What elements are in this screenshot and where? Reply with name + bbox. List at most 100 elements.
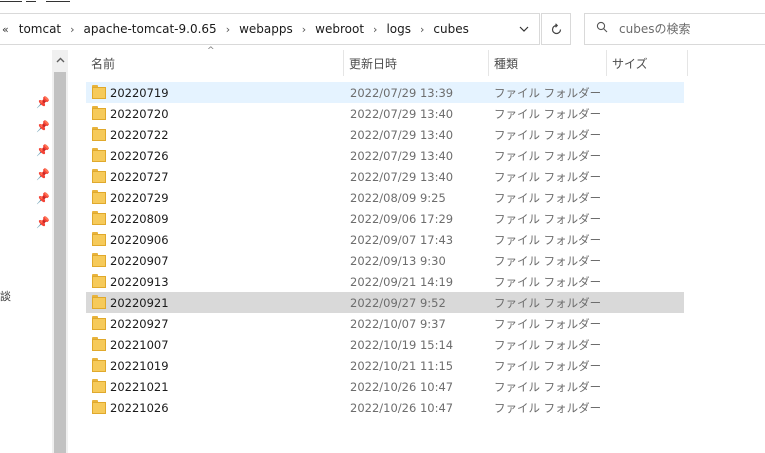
chevron-down-icon[interactable] (509, 14, 539, 44)
file-name: 20220722 (110, 127, 169, 142)
column-headers: 名前 ^ 更新日時 種類 サイズ (86, 46, 688, 76)
file-name: 20221007 (110, 337, 169, 352)
file-type: ファイル フォルダー (494, 295, 602, 310)
breadcrumb-overflow-button[interactable]: « (0, 23, 15, 36)
column-header-name-label: 名前 (91, 56, 116, 71)
file-row[interactable]: 20221007 2022/10/19 15:14 ファイル フォルダー (86, 334, 684, 355)
file-row[interactable]: 20220722 2022/07/29 13:40 ファイル フォルダー (86, 124, 684, 145)
file-row[interactable]: 20220726 2022/07/29 13:40 ファイル フォルダー (86, 145, 684, 166)
folder-icon (92, 169, 106, 183)
file-modified: 2022/10/21 11:15 (350, 358, 454, 373)
file-type: ファイル フォルダー (494, 232, 602, 247)
column-header-size[interactable]: サイズ (607, 50, 687, 76)
title-bar-remnant (0, 0, 765, 10)
file-name: 20221019 (110, 358, 169, 373)
chevron-right-icon[interactable]: › (65, 23, 79, 36)
file-row[interactable]: 20220927 2022/10/07 9:37 ファイル フォルダー (86, 313, 684, 334)
column-header-size-label: サイズ (612, 56, 648, 71)
folder-icon (92, 400, 106, 414)
file-type: ファイル フォルダー (494, 85, 602, 100)
file-modified: 2022/09/27 9:52 (350, 295, 446, 310)
file-modified: 2022/09/21 14:19 (350, 274, 454, 289)
breadcrumb-logs[interactable]: logs (382, 22, 415, 36)
search-icon (585, 21, 619, 37)
file-row[interactable]: 20220907 2022/09/13 9:30 ファイル フォルダー (86, 250, 684, 271)
file-modified: 2022/09/06 17:29 (350, 211, 454, 226)
search-input[interactable] (619, 22, 759, 36)
file-type: ファイル フォルダー (494, 274, 602, 289)
refresh-button[interactable] (541, 13, 571, 45)
file-name: 20220906 (110, 232, 169, 247)
pin-icon[interactable]: 📌 (36, 96, 50, 109)
column-header-modified-label: 更新日時 (349, 56, 398, 71)
pin-icon[interactable]: 📌 (36, 168, 50, 181)
file-modified: 2022/07/29 13:40 (350, 169, 454, 184)
file-row[interactable]: 20220913 2022/09/21 14:19 ファイル フォルダー (86, 271, 684, 292)
file-type: ファイル フォルダー (494, 337, 602, 352)
file-type: ファイル フォルダー (494, 379, 602, 394)
file-name: 20220907 (110, 253, 169, 268)
folder-icon (92, 85, 106, 99)
chevron-right-icon[interactable]: › (221, 23, 235, 36)
breadcrumb-webroot[interactable]: webroot (311, 22, 368, 36)
chevron-right-icon[interactable]: › (415, 23, 429, 36)
file-row[interactable]: 20220719 2022/07/29 13:39 ファイル フォルダー (86, 82, 684, 103)
file-type: ファイル フォルダー (494, 253, 602, 268)
sort-ascending-icon: ^ (207, 46, 215, 56)
address-bar[interactable]: « tomcat › apache-tomcat-9.0.65 › webapp… (0, 13, 540, 45)
file-type: ファイル フォルダー (494, 358, 602, 373)
scroll-thumb[interactable] (54, 72, 66, 453)
pin-icon[interactable]: 📌 (36, 120, 50, 133)
file-modified: 2022/07/29 13:40 (350, 127, 454, 142)
file-row[interactable]: 20220809 2022/09/06 17:29 ファイル フォルダー (86, 208, 684, 229)
breadcrumb-apache-tomcat[interactable]: apache-tomcat-9.0.65 (80, 22, 221, 36)
breadcrumb-webapps[interactable]: webapps (235, 22, 297, 36)
file-row[interactable]: 20220906 2022/09/07 17:43 ファイル フォルダー (86, 229, 684, 250)
file-row[interactable]: 20220720 2022/07/29 13:40 ファイル フォルダー (86, 103, 684, 124)
pin-icon[interactable]: 📌 (36, 216, 50, 229)
chevron-right-icon[interactable]: › (368, 23, 382, 36)
file-type: ファイル フォルダー (494, 169, 602, 184)
file-name: 20220726 (110, 148, 169, 163)
file-name: 20220809 (110, 211, 169, 226)
file-name: 20220927 (110, 316, 169, 331)
file-list: 20220719 2022/07/29 13:39 ファイル フォルダー 202207… (86, 82, 684, 418)
column-header-name[interactable]: 名前 ^ (86, 46, 343, 76)
folder-icon (92, 148, 106, 162)
breadcrumb: « tomcat › apache-tomcat-9.0.65 › webapp… (0, 14, 509, 44)
search-box[interactable] (584, 13, 765, 45)
folder-icon (92, 106, 106, 120)
folder-icon (92, 295, 106, 309)
file-row[interactable]: 20221021 2022/10/26 10:47 ファイル フォルダー (86, 376, 684, 397)
breadcrumb-tomcat[interactable]: tomcat (15, 22, 65, 36)
breadcrumb-cubes[interactable]: cubes (429, 22, 472, 36)
file-type: ファイル フォルダー (494, 127, 602, 142)
pin-icon[interactable]: 📌 (36, 192, 50, 205)
file-name: 20220921 (110, 295, 169, 310)
file-modified: 2022/08/09 9:25 (350, 190, 446, 205)
file-name: 20221026 (110, 400, 169, 415)
file-modified: 2022/07/29 13:40 (350, 106, 454, 121)
file-row[interactable]: 20220921 2022/09/27 9:52 ファイル フォルダー (86, 292, 684, 313)
file-row[interactable]: 20220727 2022/07/29 13:40 ファイル フォルダー (86, 166, 684, 187)
file-row[interactable]: 20220729 2022/08/09 9:25 ファイル フォルダー (86, 187, 684, 208)
file-row[interactable]: 20221019 2022/10/21 11:15 ファイル フォルダー (86, 355, 684, 376)
pin-icon[interactable]: 📌 (36, 144, 50, 157)
navigation-pane: 📌 📌 📌 📌 📌 📌 談 (0, 50, 52, 453)
file-type: ファイル フォルダー (494, 106, 602, 121)
column-header-type[interactable]: 種類 (489, 50, 606, 76)
file-modified: 2022/10/26 10:47 (350, 379, 454, 394)
scroll-up-button[interactable] (52, 50, 68, 70)
vertical-scrollbar[interactable] (52, 50, 68, 453)
column-divider[interactable] (687, 50, 688, 76)
folder-icon (92, 316, 106, 330)
file-type: ファイル フォルダー (494, 316, 602, 331)
folder-icon (92, 253, 106, 267)
chevron-right-icon[interactable]: › (297, 23, 311, 36)
nav-item-truncated[interactable]: 談 (0, 288, 11, 304)
folder-icon (92, 127, 106, 141)
file-modified: 2022/09/07 17:43 (350, 232, 454, 247)
file-row[interactable]: 20221026 2022/10/26 10:47 ファイル フォルダー (86, 397, 684, 418)
file-name: 20220720 (110, 106, 169, 121)
column-header-modified[interactable]: 更新日時 (344, 50, 488, 76)
